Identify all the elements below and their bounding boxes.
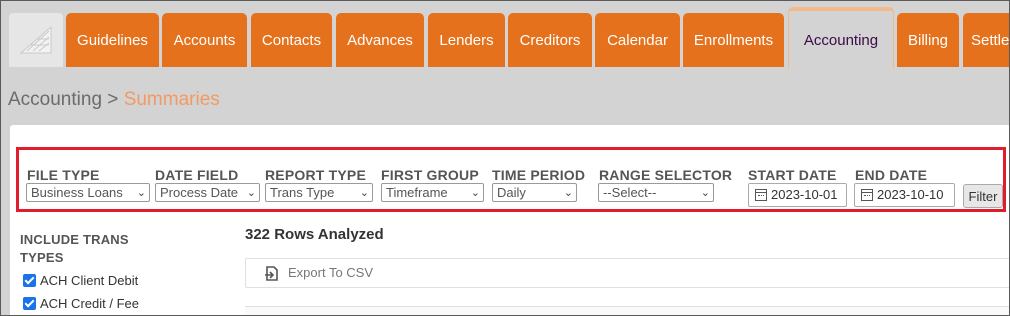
report-type-value: Trans Type bbox=[270, 185, 335, 200]
first-group-value: Timeframe bbox=[386, 185, 448, 200]
tab-calendar[interactable]: Calendar bbox=[595, 13, 680, 67]
start-date-input[interactable]: 2023-10-01 bbox=[748, 183, 847, 207]
export-csv-button[interactable]: Export To CSV bbox=[245, 258, 1009, 288]
chevron-down-icon: ⌄ bbox=[136, 187, 146, 199]
logo-icon bbox=[19, 25, 52, 54]
logo[interactable] bbox=[9, 13, 63, 67]
time-period-label: TIME PERIOD bbox=[492, 167, 586, 183]
range-selector-label: RANGE SELECTOR bbox=[599, 167, 733, 183]
checkbox-checked[interactable] bbox=[23, 274, 36, 287]
app-frame: Guidelines Accounts Contacts Advances Le… bbox=[0, 0, 1010, 316]
range-selector-value: --Select-- bbox=[603, 185, 657, 200]
export-icon bbox=[265, 266, 278, 281]
trans-type-label: ACH Credit / Fee bbox=[40, 296, 139, 311]
report-type-select[interactable]: Trans Type ⌄ bbox=[265, 183, 373, 202]
tab-enrollments[interactable]: Enrollments bbox=[683, 13, 784, 67]
range-selector-select[interactable]: --Select-- ⌄ bbox=[598, 183, 714, 202]
trans-type-label: ACH Client Debit bbox=[40, 273, 139, 288]
tab-accounting[interactable]: Accounting bbox=[788, 7, 894, 69]
end-date-label: END DATE bbox=[855, 167, 928, 183]
tab-contacts[interactable]: Contacts bbox=[251, 13, 332, 67]
breadcrumb: Accounting > Summaries bbox=[8, 89, 220, 111]
calendar-icon bbox=[755, 189, 767, 201]
trans-type-item[interactable]: ACH Client Debit bbox=[23, 273, 138, 288]
checkbox-checked[interactable] bbox=[23, 297, 36, 310]
tab-lenders[interactable]: Lenders bbox=[428, 13, 505, 67]
report-type-label: REPORT TYPE bbox=[265, 167, 366, 183]
tab-settle[interactable]: Settle bbox=[963, 13, 1009, 67]
rows-analyzed-text: 322 Rows Analyzed bbox=[245, 226, 384, 243]
top-nav: Guidelines Accounts Contacts Advances Le… bbox=[1, 1, 1009, 69]
trans-type-item[interactable]: ACH Credit / Fee bbox=[23, 296, 139, 311]
date-field-label: DATE FIELD bbox=[155, 167, 239, 183]
export-csv-label: Export To CSV bbox=[288, 265, 374, 280]
results-table-area bbox=[245, 306, 1009, 315]
chevron-down-icon: ⌄ bbox=[563, 187, 573, 199]
first-group-label: FIRST GROUP bbox=[381, 167, 479, 183]
breadcrumb-separator: > bbox=[107, 89, 119, 110]
chevron-down-icon: ⌄ bbox=[700, 187, 710, 199]
time-period-select[interactable]: Daily ⌄ bbox=[492, 183, 577, 202]
date-field-select[interactable]: Process Date ⌄ bbox=[155, 183, 260, 202]
breadcrumb-section[interactable]: Accounting bbox=[8, 89, 102, 110]
start-date-value: 2023-10-01 bbox=[771, 187, 838, 202]
date-field-value: Process Date bbox=[160, 185, 239, 200]
file-type-select[interactable]: Business Loans ⌄ bbox=[26, 183, 150, 202]
breadcrumb-current: Summaries bbox=[123, 89, 220, 110]
calendar-icon bbox=[861, 189, 873, 201]
include-trans-types-title: INCLUDE TRANS TYPES bbox=[20, 232, 129, 265]
chevron-down-icon: ⌄ bbox=[359, 187, 369, 199]
chevron-down-icon: ⌄ bbox=[470, 187, 480, 199]
file-type-value: Business Loans bbox=[31, 185, 123, 200]
first-group-select[interactable]: Timeframe ⌄ bbox=[381, 183, 484, 202]
time-period-value: Daily bbox=[497, 185, 526, 200]
start-date-label: START DATE bbox=[748, 167, 837, 183]
file-type-label: FILE TYPE bbox=[27, 167, 100, 183]
end-date-input[interactable]: 2023-10-10 bbox=[854, 183, 955, 207]
filter-button[interactable]: Filter bbox=[963, 184, 1003, 208]
chevron-down-icon: ⌄ bbox=[246, 187, 256, 199]
end-date-value: 2023-10-10 bbox=[877, 187, 944, 202]
tab-accounts[interactable]: Accounts bbox=[162, 13, 247, 67]
tab-guidelines[interactable]: Guidelines bbox=[66, 13, 159, 67]
tab-billing[interactable]: Billing bbox=[897, 13, 959, 67]
tab-advances[interactable]: Advances bbox=[336, 13, 424, 67]
tab-creditors[interactable]: Creditors bbox=[508, 13, 592, 67]
